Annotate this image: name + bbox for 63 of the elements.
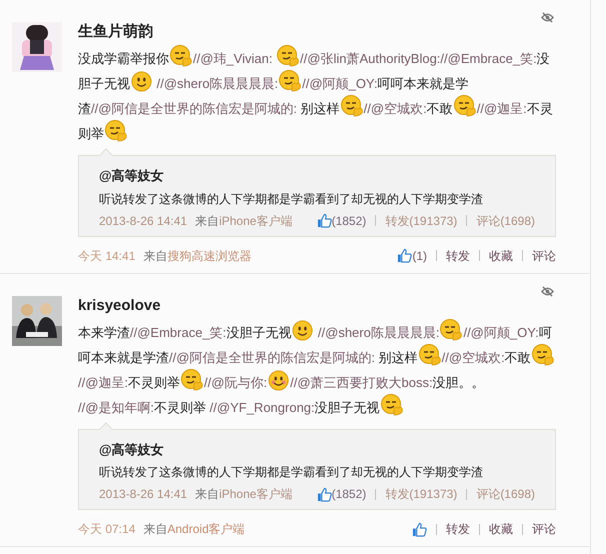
action-link[interactable]: 收藏 — [489, 520, 513, 538]
smirking-face-icon — [170, 45, 192, 67]
mention-link[interactable]: //@Embrace_笑: — [440, 51, 537, 66]
thumbs-up-icon[interactable] — [316, 486, 332, 502]
like-count[interactable]: (1) — [412, 246, 427, 264]
smirking-face-icon — [181, 368, 204, 390]
source-label: 来自 — [195, 486, 220, 503]
mention-link[interactable]: //@阿颠_OY: — [463, 324, 539, 340]
source-label: 来自 — [143, 521, 168, 538]
smirking-face-icon — [418, 344, 441, 366]
mention-link[interactable]: //@空城欢: — [442, 350, 505, 364]
hide-eye-icon[interactable] — [541, 286, 554, 296]
action-link[interactable]: 转发 — [446, 520, 470, 538]
mention-link[interactable]: //@shero陈晨晨晨晨: — [314, 324, 440, 340]
mention-link[interactable]: //@萧三西要打败大boss: — [290, 374, 433, 390]
action-link[interactable]: 转发 — [446, 246, 470, 264]
post-time: 今天 14:41 — [78, 248, 136, 264]
mention-link[interactable]: //@迦呈: — [78, 374, 128, 390]
like-count[interactable]: (1852) — [332, 212, 366, 230]
smirking-face-icon — [340, 95, 363, 117]
mention-link[interactable]: //@张lin萧AuthorityBlog: — [300, 51, 440, 66]
smiley-face-icon — [292, 320, 314, 340]
mention-link[interactable]: //@shero陈晨晨晨晨: — [153, 76, 278, 91]
action-link[interactable]: 评论 — [532, 246, 556, 264]
mention-link[interactable]: //@阿颠_OY: — [302, 76, 378, 91]
mention-link[interactable]: //@Embrace_笑: — [130, 324, 226, 340]
quoted-time: 2013-8-26 14:41 — [99, 486, 188, 503]
mention-link[interactable]: //@阿信是全世界的陈信宏是阿城的: — [91, 101, 298, 116]
mention-link[interactable]: //@玮_Vivian: — [193, 51, 276, 66]
thumbs-up-icon[interactable] — [397, 248, 412, 263]
action-link[interactable]: 收藏 — [489, 246, 513, 264]
quoted-author[interactable]: @高等妓女 — [99, 440, 164, 459]
smirking-face-icon — [105, 120, 127, 142]
mention-link[interactable]: //@阿信是全世界的陈信宏是阿城的: — [169, 350, 376, 364]
thumbs-up-icon[interactable] — [316, 213, 332, 228]
post-text: 本来学渣//@Embrace_笑:没胆子无视 //@shero陈晨晨晨晨: //@阿颠_OY:呵呵本来就是学渣//@阿信是全世界的陈信宏是阿城的: 别这样 //@空城欢:不敢 //@迦呈:不灵则举 //@阮与你: //@萧三西要打败大boss:没胆。。 //@是知年啊:不灵则举 //@YF_Rongrong:没胆子无视 — [78, 318, 556, 418]
action-link[interactable]: 评论 — [532, 520, 556, 538]
mention-link[interactable]: //@阮与你: — [204, 374, 268, 390]
mention-link[interactable]: //@迦呈: — [476, 101, 527, 116]
blushing-face-icon — [268, 370, 290, 390]
source-label: 来自 — [195, 212, 220, 230]
quoted-author[interactable]: @高等妓女 — [99, 166, 164, 186]
post-text: 没成学霸举报你 //@玮_Vivian: //@张lin萧AuthorityBlog://@Embrace_笑:没胆子无视 //@shero陈晨晨晨晨: //@阿颠_OY:呵呵本来就是学渣//@阿信是全世界的陈信宏是阿城的: 别这样 //@空城欢:不敢 //@迦呈:不灵则举 — [78, 45, 556, 145]
author-name[interactable]: 生鱼片萌韵 — [78, 22, 153, 42]
smirking-face-icon — [532, 344, 554, 366]
like-count[interactable]: (1852) — [332, 485, 366, 503]
quoted-text: 听说转发了这条微博的人下学期都是学霸看到了却无视的人下学期变学渣 — [99, 464, 484, 481]
author-name[interactable]: krisyeolove — [78, 296, 161, 316]
smiley-face-icon — [131, 71, 152, 92]
mention-link[interactable]: //@YF_Rongrong: — [210, 400, 315, 414]
smirking-face-icon — [454, 95, 476, 117]
hide-eye-icon[interactable] — [541, 12, 554, 23]
post-time: 今天 07:14 — [78, 521, 136, 538]
smirking-face-icon — [277, 45, 300, 67]
smirking-face-icon — [380, 394, 403, 416]
thumbs-up-icon[interactable] — [412, 522, 427, 536]
quoted-text: 听说转发了这条微博的人下学期都是学霸看到了却无视的人下学期变学渣 — [99, 190, 484, 208]
mention-link[interactable]: //@空城欢: — [364, 101, 427, 116]
smirking-face-icon — [440, 318, 462, 340]
mention-link[interactable]: //@是知年啊: — [78, 400, 154, 414]
source-label: 来自 — [143, 248, 168, 264]
quoted-time: 2013-8-26 14:41 — [99, 212, 188, 230]
smirking-face-icon — [279, 70, 302, 92]
